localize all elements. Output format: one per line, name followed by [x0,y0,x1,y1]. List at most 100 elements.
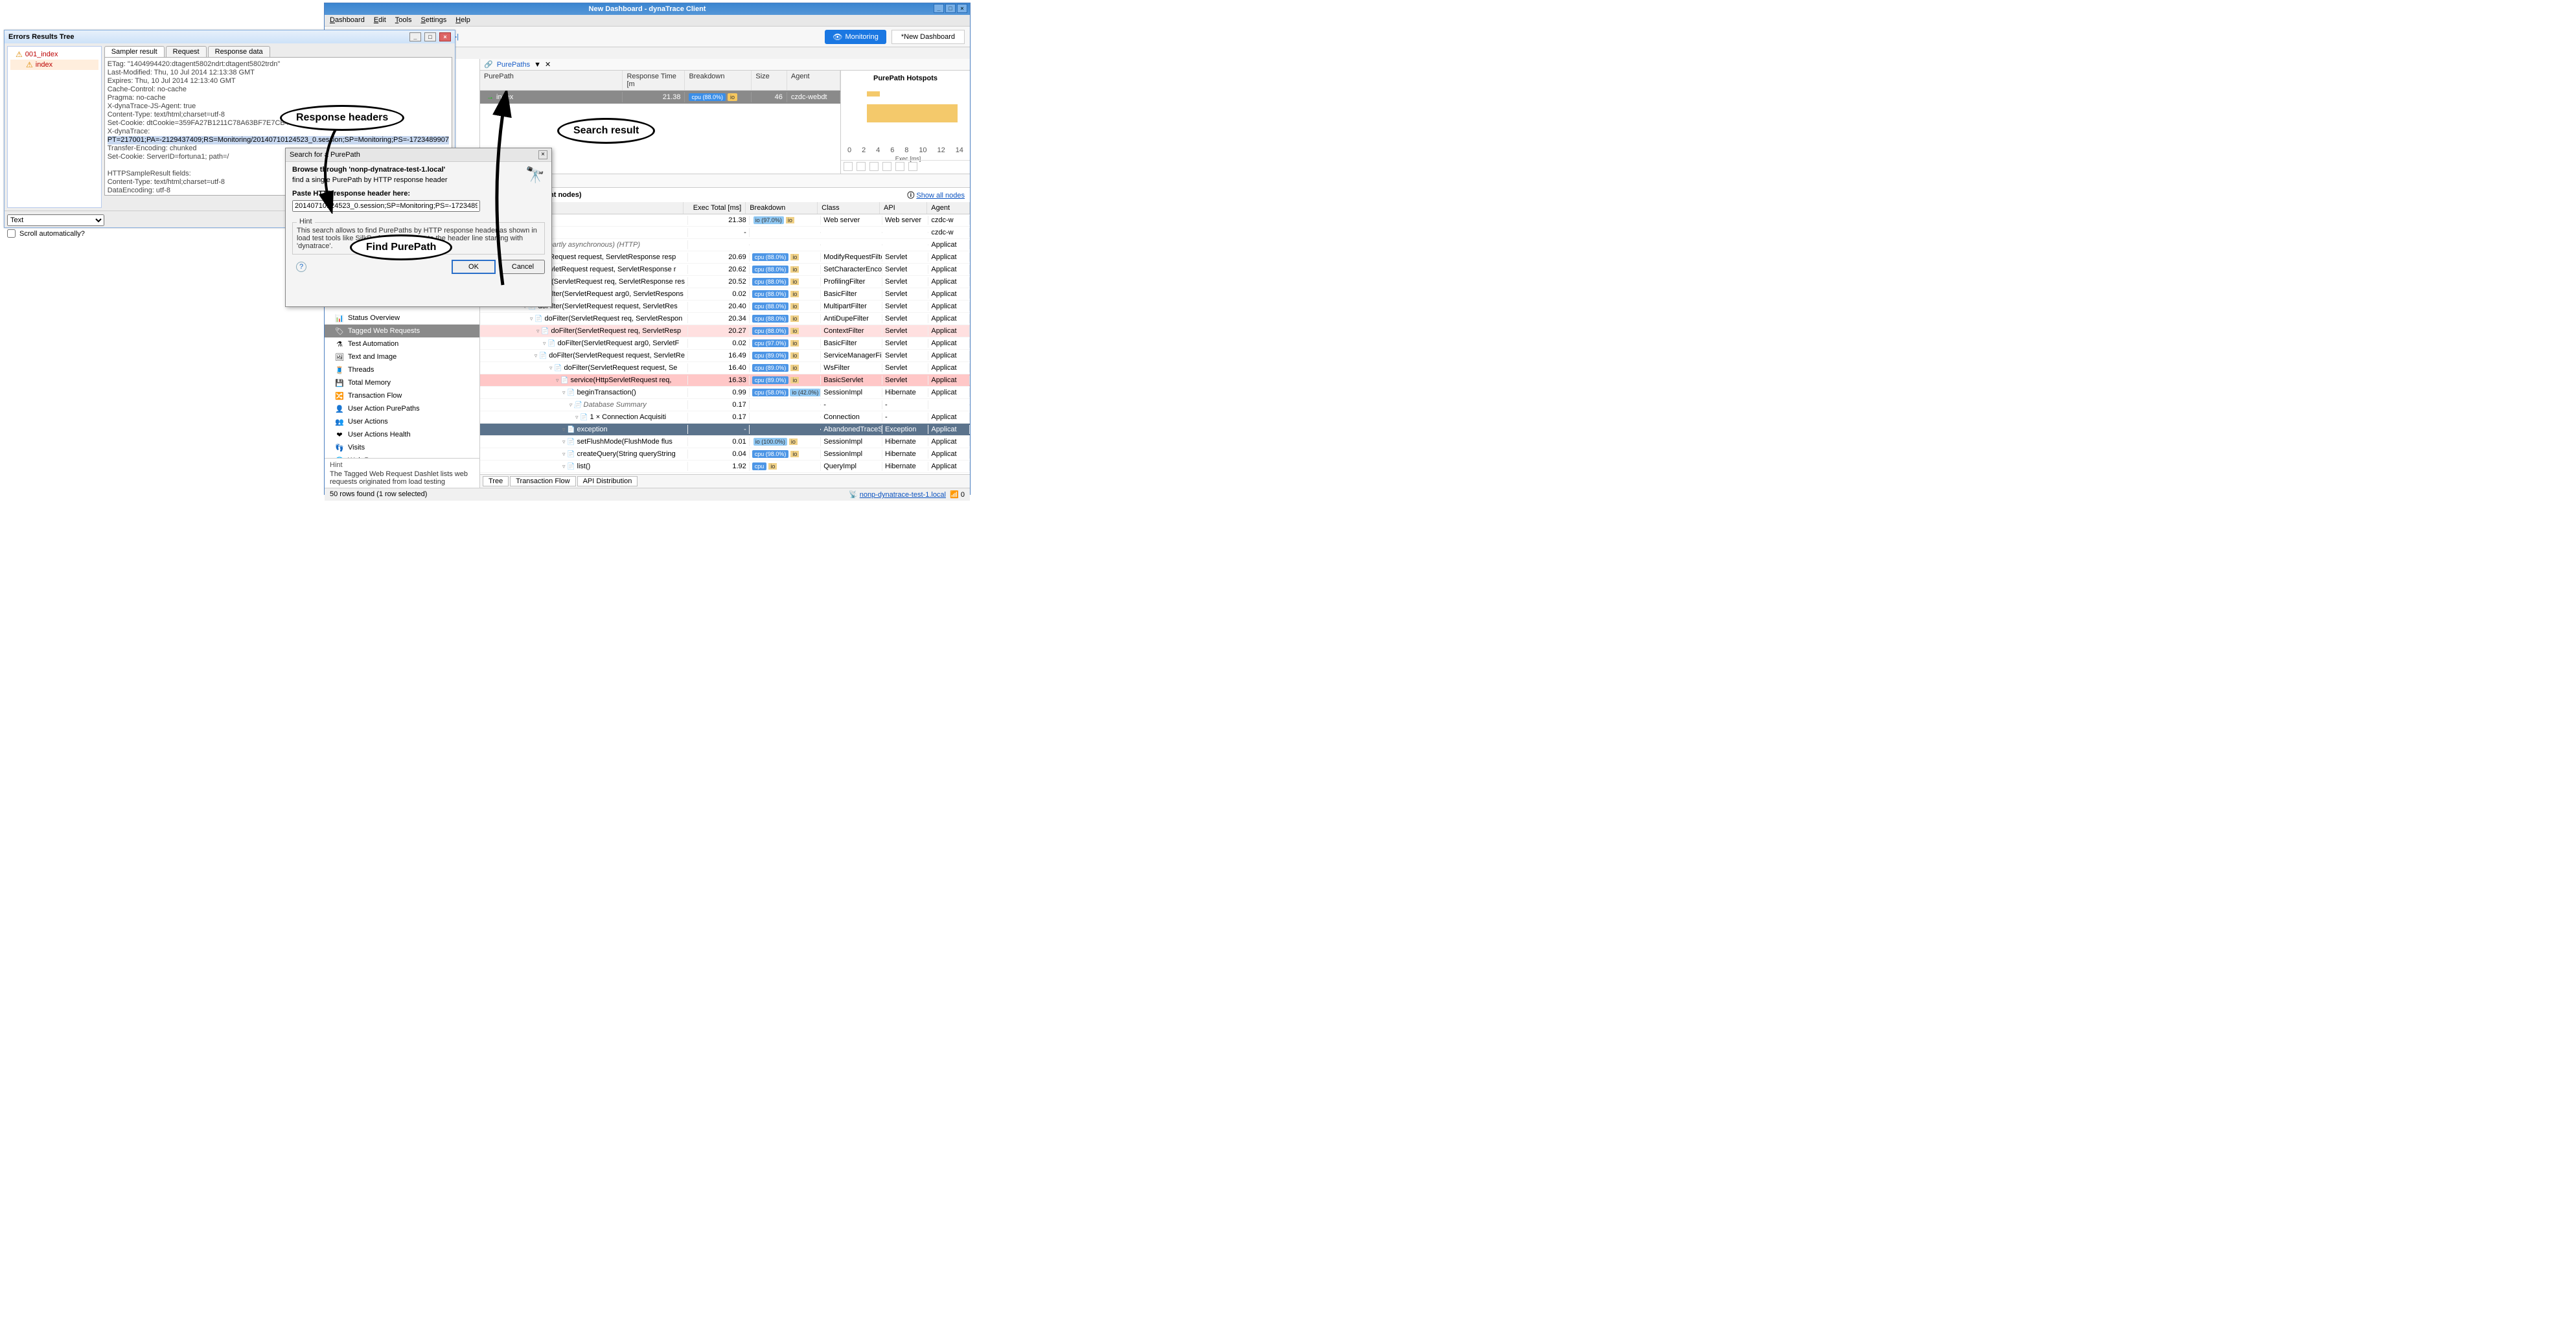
chart-option-icon[interactable] [882,162,891,171]
tree-row[interactable]: ▿📄Database Summary0.17-- [480,399,970,411]
tree-row[interactable]: ▿📄exception-AbandonedTraceSAExceptionApp… [480,424,970,436]
expand-icon[interactable]: ▿ [536,328,540,335]
window-titlebar[interactable]: New Dashboard - dynaTrace Client _ □ × [325,3,970,15]
chart-option-icon[interactable] [844,162,853,171]
tree-row[interactable]: ▿📄createQuery(String queryString0.04cpu … [480,448,970,461]
method-icon: 📄 [574,401,582,409]
tree-row[interactable]: ▿📄doFilter(ServletRequest req, ServletRe… [480,313,970,325]
expand-icon[interactable]: ▿ [530,315,533,323]
window-title: New Dashboard - dynaTrace Client [589,5,706,13]
dashlet-nav-item[interactable]: 🔀Transaction Flow [325,389,479,402]
dashlet-nav-item[interactable]: 👥User Actions [325,415,479,428]
menu-settings[interactable]: Settings [420,16,446,25]
filter-type-select[interactable]: Text [7,214,104,226]
col-size[interactable]: Size [752,71,787,90]
tree-row[interactable]: ▿📄doFilter(ServletRequest arg0, ServletF… [480,337,970,350]
col-response[interactable]: Response Time [m [623,71,685,90]
tree-row[interactable]: ▿📄setFlushMode(FlushMode flus0.01io (100… [480,436,970,448]
show-all-nodes-link[interactable]: Show all nodes [916,192,965,199]
expand-icon[interactable]: ▿ [562,451,566,458]
method-icon: 📄 [555,364,562,372]
expand-icon[interactable]: ▿ [569,402,572,409]
expand-icon[interactable]: ▿ [535,352,538,359]
dashboard-tab[interactable]: *New Dashboard [891,30,965,44]
purepaths-tab[interactable]: PurePaths [497,61,530,69]
dashlet-nav-item[interactable]: 📊Status Overview [325,312,479,325]
tab-tree[interactable]: Tree [483,476,509,486]
dashlet-nav-item[interactable]: 👤User Action PurePaths [325,402,479,415]
menu-dashboard[interactable]: Dashboard [330,16,365,25]
menu-edit[interactable]: Edit [374,16,386,25]
maximize-icon[interactable]: □ [945,4,956,13]
scroll-auto-label: Scroll automatically? [19,230,85,238]
maximize-icon[interactable]: □ [424,32,436,41]
expand-icon[interactable]: ▿ [562,426,566,433]
chart-option-icon[interactable] [857,162,866,171]
tree-row[interactable]: ▿📄service(HttpServletRequest req,16.33cp… [480,374,970,387]
close-icon[interactable]: × [957,4,967,13]
menu-help[interactable]: Help [455,16,470,25]
warning-icon: ⚠ [26,60,33,69]
expand-icon[interactable]: ▿ [575,414,579,421]
expand-icon[interactable]: ▿ [549,365,553,372]
dashlet-nav-item[interactable]: 💾Total Memory [325,376,479,389]
tab-api-distribution[interactable]: API Distribution [577,476,638,486]
tree-row[interactable]: ▿📄doFilter(ServletRequest request, Servl… [480,350,970,362]
errors-titlebar[interactable]: Errors Results Tree _ □ × [5,30,455,43]
dashlet-icon: 👣 [335,443,344,452]
tree-row[interactable]: ▿📄1 × Connection Acquisiti0.17Connection… [480,411,970,424]
annotation-find-purepath: Find PurePath [350,234,452,260]
th-exec[interactable]: Exec Total [ms] [684,202,746,214]
dashlet-icon: 🧵 [335,365,344,374]
chart-option-icon[interactable] [908,162,917,171]
status-server-link[interactable]: nonp-dynatrace-test-1.local [860,491,946,499]
help-icon[interactable]: ? [296,262,306,272]
tab-sampler-result[interactable]: Sampler result [104,46,165,57]
th-breakdown[interactable]: Breakdown [746,202,818,214]
chart-option-icon[interactable] [895,162,904,171]
expand-icon[interactable]: ▿ [562,439,566,446]
minimize-icon[interactable]: _ [934,4,944,13]
menu-tools[interactable]: Tools [395,16,412,25]
annotation-response-headers: Response headers [280,105,404,131]
dashlet-nav-item[interactable]: ❤User Actions Health [325,428,479,441]
tree-row[interactable]: ▿📄doFilter(ServletRequest request, Se16.… [480,362,970,374]
th-api[interactable]: API [880,202,927,214]
expand-icon[interactable]: ▿ [562,463,566,470]
tab-transaction-flow[interactable]: Transaction Flow [510,476,575,486]
dashlet-nav-item[interactable]: 🏷Tagged Web Requests [325,325,479,337]
expand-icon[interactable]: ▿ [556,377,559,384]
tree-node[interactable]: ⚠001_index [10,49,98,60]
expand-icon[interactable]: ▿ [562,389,566,396]
tree-row[interactable]: ▿📄doFilter(ServletRequest request, Servl… [480,301,970,313]
tab-request[interactable]: Request [166,46,207,57]
tree-row[interactable]: ▿📄list()1.92cpu ioQueryImplHibernateAppl… [480,461,970,473]
results-tree[interactable]: ⚠001_index⚠index [7,46,102,208]
th-agent[interactable]: Agent [927,202,970,214]
tree-row[interactable]: ▿📄doFilter(ServletRequest req, ServletRe… [480,325,970,337]
col-breakdown[interactable]: Breakdown [685,71,752,90]
dashlet-icon: 💾 [335,378,344,387]
tree-row[interactable]: ▿📄beginTransaction()0.99cpu (58.0%)io (4… [480,387,970,399]
method-icon: 📄 [568,426,575,433]
close-tab-icon[interactable]: ✕ [545,60,551,69]
dashlet-icon: 🏷 [335,326,344,336]
dashlet-nav-item[interactable]: 🧵Threads [325,363,479,376]
dashlet-nav-item[interactable]: 👣Visits [325,441,479,454]
dashlet-icon: ⚗ [335,339,344,348]
tab-response-data[interactable]: Response data [208,46,270,57]
tree-node[interactable]: ⚠index [10,60,98,70]
annotation-arrow [477,91,555,291]
th-class[interactable]: Class [818,202,880,214]
col-agent[interactable]: Agent [787,71,840,90]
monitoring-button[interactable]: 👁 Monitoring [825,30,886,44]
dashlet-nav-item[interactable]: ⚗Test Automation [325,337,479,350]
chart-option-icon[interactable] [869,162,879,171]
dashlet-nav-item[interactable]: 🖼Text and Image [325,350,479,363]
filter-icon[interactable]: ▼ [534,61,541,69]
minimize-icon[interactable]: _ [409,32,421,41]
scroll-auto-checkbox[interactable] [7,229,16,238]
close-icon[interactable]: × [439,32,451,41]
expand-icon[interactable]: ▿ [543,340,546,347]
col-purepath[interactable]: PurePath [480,71,623,90]
